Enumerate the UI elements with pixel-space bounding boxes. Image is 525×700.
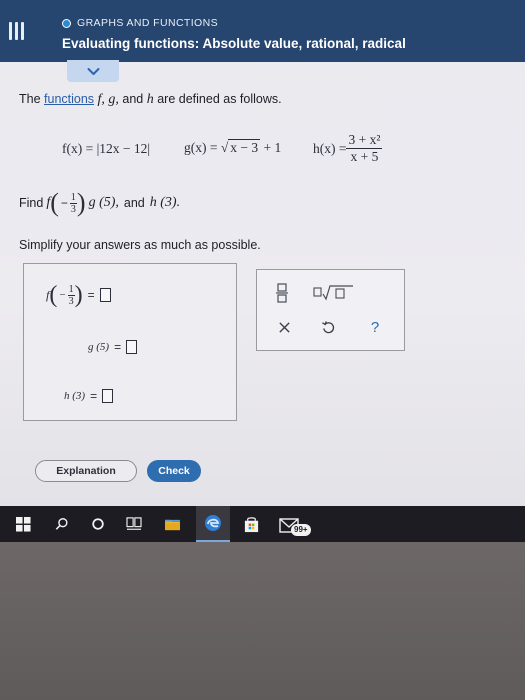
answer-h-label: h (3) <box>64 390 86 402</box>
explanation-button[interactable]: Explanation <box>35 460 137 482</box>
sqrt-symbol: √ x − 3 <box>220 139 261 155</box>
nth-root-tool-button[interactable] <box>313 285 355 301</box>
answer-g-label: g (5) <box>88 341 110 353</box>
intro-h: h <box>146 92 154 107</box>
topic-status-icon <box>62 18 71 28</box>
paren-close: ) <box>76 188 86 217</box>
task-view-button[interactable] <box>122 506 146 542</box>
collapse-tab[interactable] <box>67 60 119 82</box>
intro-and: and <box>122 92 144 106</box>
find-fraction: 1 3 <box>69 191 77 215</box>
answer-equals-f: = <box>87 288 95 302</box>
answer-input-g[interactable] <box>126 340 138 354</box>
find-instruction: Find f ( − 1 3 ) g (5), and h (3). <box>19 190 180 216</box>
simplify-instruction: Simplify your answers as much as possibl… <box>19 238 261 252</box>
intro-text: The <box>19 92 45 106</box>
math-tool-panel: ? <box>256 269 405 351</box>
f-definition: f(x) = |12x − 12| <box>62 141 151 156</box>
store-bag-icon <box>244 516 258 532</box>
answer-paren-open: ( <box>49 282 58 308</box>
g-radicand: x − 3 <box>228 139 261 155</box>
find-minus: − <box>60 196 68 210</box>
answer-minus: − <box>59 289 66 301</box>
nth-root-icon <box>313 285 353 301</box>
edge-browser-button[interactable] <box>196 506 230 542</box>
close-icon <box>278 321 290 333</box>
menu-icon[interactable] <box>9 22 27 42</box>
edge-browser-icon <box>205 515 221 531</box>
file-explorer-button[interactable] <box>160 506 184 542</box>
g-lhs: g(x) = <box>184 140 221 155</box>
question-icon: ? <box>370 318 380 336</box>
undo-button[interactable] <box>320 319 336 335</box>
answer-box: f ( − 1 3 ) = g (5) = h (3) = <box>23 263 237 421</box>
h-fraction: 3 + x² x + 5 <box>346 132 383 165</box>
topic-row: GRAPHS AND FUNCTIONS <box>62 15 218 31</box>
topic-label: GRAPHS AND FUNCTIONS <box>77 17 219 29</box>
windows-start-button[interactable] <box>8 506 38 542</box>
h-numerator: 3 + x² <box>346 132 383 149</box>
store-button[interactable] <box>236 506 266 542</box>
mail-button[interactable]: 99+ <box>272 506 318 542</box>
find-frac-den: 3 <box>70 203 76 215</box>
paren-open: ( <box>50 188 59 217</box>
g-definition: g(x) = √ x − 3 + 1 <box>184 139 282 156</box>
header-bar: GRAPHS AND FUNCTIONS Evaluating function… <box>0 0 525 62</box>
h-lhs: h(x) = <box>313 140 347 156</box>
page-title: Evaluating functions: Absolute value, ra… <box>62 36 406 51</box>
device-bezel <box>0 542 525 700</box>
find-h: h (3). <box>149 195 181 210</box>
task-view-icon <box>126 517 142 530</box>
intro-f: f, <box>97 92 105 107</box>
g-tail: + 1 <box>260 140 282 155</box>
intro-suffix: are defined as follows. <box>157 92 282 106</box>
answer-equals-g: = <box>114 340 122 354</box>
intro-g: g, <box>108 92 119 107</box>
fraction-tool-button[interactable] <box>275 282 289 304</box>
windows-icon <box>15 516 31 532</box>
answer-row-g: g (5) = <box>88 340 138 354</box>
find-prefix: Find <box>19 196 44 210</box>
problem-intro: The functions f, g, and h are defined as… <box>19 92 282 108</box>
find-frac-num: 1 <box>69 191 77 204</box>
taskbar: 99+ <box>0 506 525 542</box>
clear-button[interactable] <box>277 320 291 334</box>
answer-fraction: 1 3 <box>67 283 75 307</box>
cortana-circle-icon <box>92 518 104 530</box>
screen: GRAPHS AND FUNCTIONS Evaluating function… <box>0 0 525 512</box>
answer-frac-num: 1 <box>67 283 75 296</box>
chevron-down-icon <box>87 67 99 75</box>
answer-row-h: h (3) = <box>64 389 114 403</box>
answer-paren-close: ) <box>74 282 83 308</box>
answer-frac-den: 3 <box>68 295 74 307</box>
help-button[interactable]: ? <box>367 318 383 336</box>
h-denominator: x + 5 <box>350 149 379 164</box>
find-g: g (5), <box>88 195 119 210</box>
search-icon <box>55 518 68 530</box>
h-definition: h(x) = 3 + x² x + 5 <box>313 132 383 165</box>
cortana-button[interactable] <box>86 506 110 542</box>
find-and: and <box>123 196 145 210</box>
answer-input-h[interactable] <box>102 389 114 403</box>
undo-icon <box>321 320 334 333</box>
folder-icon <box>164 519 180 530</box>
answer-equals-h: = <box>90 389 98 403</box>
check-button[interactable]: Check <box>147 460 201 482</box>
search-button[interactable] <box>50 506 74 542</box>
functions-link[interactable]: functions <box>44 92 94 106</box>
answer-input-f[interactable] <box>99 288 111 302</box>
answer-row-f: f ( − 1 3 ) = <box>46 282 111 308</box>
fraction-icon <box>276 283 288 303</box>
notification-badge: 99+ <box>291 524 311 536</box>
